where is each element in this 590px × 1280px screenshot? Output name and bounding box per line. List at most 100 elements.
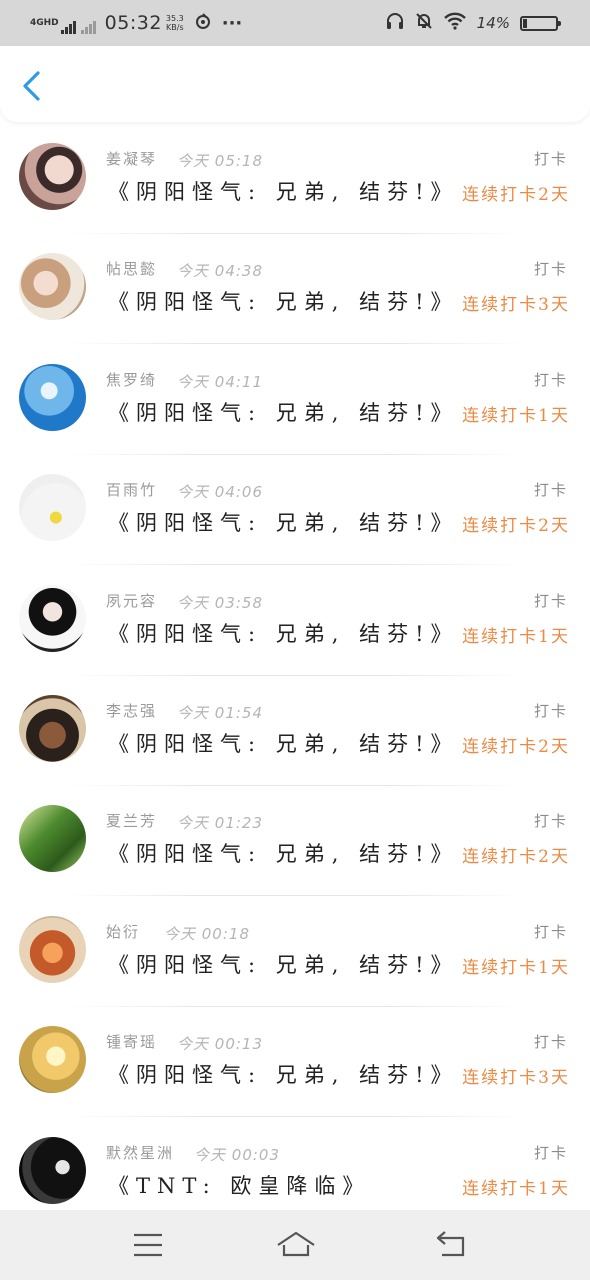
checkin-label: 打卡 [533,150,568,168]
list-item[interactable]: 李志强 今天 01:54 《阴阳怪气: 兄弟, 结芬!》 打卡 连续打卡2天 [0,676,590,786]
avatar[interactable] [19,1136,86,1204]
checkin-time: 今天 00:18 [164,924,250,943]
list-item[interactable]: 夏兰芳 今天 01:23 《阴阳怪气: 兄弟, 结芬!》 打卡 连续打卡2天 [0,786,590,897]
user-name: 始衍 [106,922,141,941]
book-title: 《阴阳怪气: 兄弟, 结芬!》 [108,180,459,204]
user-name: 帖思懿 [106,260,158,279]
checkin-time: 今天 04:38 [177,262,264,281]
list-item[interactable]: 百雨竹 今天 04:06 《阴阳怪气: 兄弟, 结芬!》 打卡 连续打卡2天 [0,455,590,566]
battery-fill [523,18,527,28]
speed-value: 35.3 [165,14,184,23]
list-item[interactable]: 帖思懿 今天 04:38 《阴阳怪气: 兄弟, 结芬!》 打卡 连续打卡3天 [0,234,590,345]
list-item[interactable]: 夙元容 今天 03:58 《阴阳怪气: 兄弟, 结芬!》 打卡 连续打卡1天 [0,566,590,676]
status-left: 4GHD 05:32 35.3 KB/s ··· [30,8,242,38]
list-item[interactable]: 锺寄瑶 今天 00:13 《阴阳怪气: 兄弟, 结芬!》 打卡 连续打卡3天 [0,1007,590,1118]
streak-label: 连续打卡1天 [462,405,570,426]
list-item[interactable]: 焦罗绮 今天 04:11 《阴阳怪气: 兄弟, 结芬!》 打卡 连续打卡1天 [0,345,590,455]
book-title: 《阴阳怪气: 兄弟, 结芬!》 [108,1063,459,1088]
checkin-label: 打卡 [533,922,568,941]
avatar[interactable] [19,805,86,873]
book-title: 《阴阳怪气: 兄弟, 结芬!》 [108,511,459,536]
list-item[interactable]: 姜凝琴 今天 05:18 《阴阳怪气: 兄弟, 结芬!》 打卡 连续打卡2天 [0,124,590,234]
page: 4GHD 05:32 35.3 KB/s ··· 14% 姜凝琴 今天 05:1… [0,0,590,1280]
user-name: 夏兰芳 [106,812,158,831]
clock: 05:32 [104,12,162,34]
back-icon [436,1231,465,1257]
checkin-time: 今天 00:13 [177,1035,264,1054]
header [0,46,590,122]
avatar[interactable] [19,584,86,652]
book-title: 《阴阳怪气: 兄弟, 结芬!》 [108,621,459,646]
avatar[interactable] [19,474,86,542]
book-title: 《阴阳怪气: 兄弟, 结芬!》 [108,842,459,867]
network-type: 4GHD [30,17,59,28]
streak-label: 连续打卡3天 [462,1068,570,1089]
checkin-time: 今天 03:58 [177,593,264,612]
battery-percent: 14% [476,14,510,32]
streak-label: 连续打卡1天 [462,626,570,647]
speed-unit: KB/s [166,23,184,32]
checkin-label: 打卡 [533,260,568,279]
checkin-time: 今天 04:11 [177,372,264,391]
book-title: 《阴阳怪气: 兄弟, 结芬!》 [108,732,459,756]
checkin-list: 姜凝琴 今天 05:18 《阴阳怪气: 兄弟, 结芬!》 打卡 连续打卡2天 帖… [0,124,590,1210]
streak-label: 连续打卡2天 [462,185,570,205]
book-title: 《阴阳怪气: 兄弟, 结芬!》 [108,290,459,315]
streak-label: 连续打卡1天 [462,957,570,978]
avatar[interactable] [19,695,86,762]
streak-label: 连续打卡2天 [462,847,570,868]
avatar[interactable] [19,363,86,431]
book-title: 《阴阳怪气: 兄弟, 结芬!》 [108,400,459,425]
list-item[interactable]: 默然星洲 今天 00:03 《TNT: 欧皇降临》 打卡 连续打卡1天 [0,1118,590,1210]
status-bar: 4GHD 05:32 35.3 KB/s ··· 14% [0,0,590,46]
streak-label: 连续打卡3天 [462,295,570,316]
avatar[interactable] [19,915,86,983]
sync-icon [194,12,212,34]
status-right: 14% [385,8,561,38]
checkin-label: 打卡 [533,1143,568,1162]
streak-label: 连续打卡2天 [462,516,570,537]
user-name: 焦罗绮 [106,370,158,389]
checkin-label: 打卡 [533,702,568,720]
checkin-label: 打卡 [533,812,568,831]
network-speed: 35.3 KB/s [166,14,184,32]
checkin-time: 今天 04:06 [177,483,264,502]
chevron-left-icon [23,71,40,101]
checkin-time: 今天 01:23 [177,814,264,833]
avatar[interactable] [19,1026,86,1094]
more-icon: ··· [221,12,243,34]
signal-secondary-icon [80,20,97,34]
user-name: 百雨竹 [106,481,158,500]
checkin-time: 今天 00:03 [194,1145,281,1164]
streak-label: 连续打卡2天 [462,737,570,757]
list-item[interactable]: 始衍 今天 00:18 《阴阳怪气: 兄弟, 结芬!》 打卡 连续打卡1天 [0,897,590,1007]
book-title: 《阴阳怪气: 兄弟, 结芬!》 [108,952,459,977]
user-name: 李志强 [106,702,158,720]
back-button[interactable] [14,64,54,108]
avatar[interactable] [19,143,86,210]
checkin-time: 今天 05:18 [177,152,264,170]
wifi-icon [443,12,467,34]
mute-bell-icon [415,12,433,34]
system-nav-bar [0,1210,590,1280]
user-name: 默然星洲 [106,1143,175,1162]
back-nav-button[interactable] [432,1228,472,1262]
menu-button[interactable] [128,1228,168,1262]
home-button[interactable] [275,1228,317,1262]
book-title: 《TNT: 欧皇降临》 [108,1173,371,1198]
user-name: 夙元容 [106,591,158,610]
checkin-label: 打卡 [533,1033,568,1052]
user-name: 锺寄瑶 [106,1033,158,1052]
checkin-time: 今天 01:54 [177,704,264,722]
checkin-label: 打卡 [533,591,568,610]
streak-label: 连续打卡1天 [462,1178,570,1199]
checkin-label: 打卡 [533,481,568,500]
battery-icon [520,15,561,31]
signal-icon [60,20,77,34]
home-icon [277,1231,315,1257]
menu-icon [134,1233,162,1257]
checkin-label: 打卡 [533,370,568,389]
headphones-icon [385,12,405,34]
avatar[interactable] [19,253,86,321]
user-name: 姜凝琴 [106,150,158,168]
